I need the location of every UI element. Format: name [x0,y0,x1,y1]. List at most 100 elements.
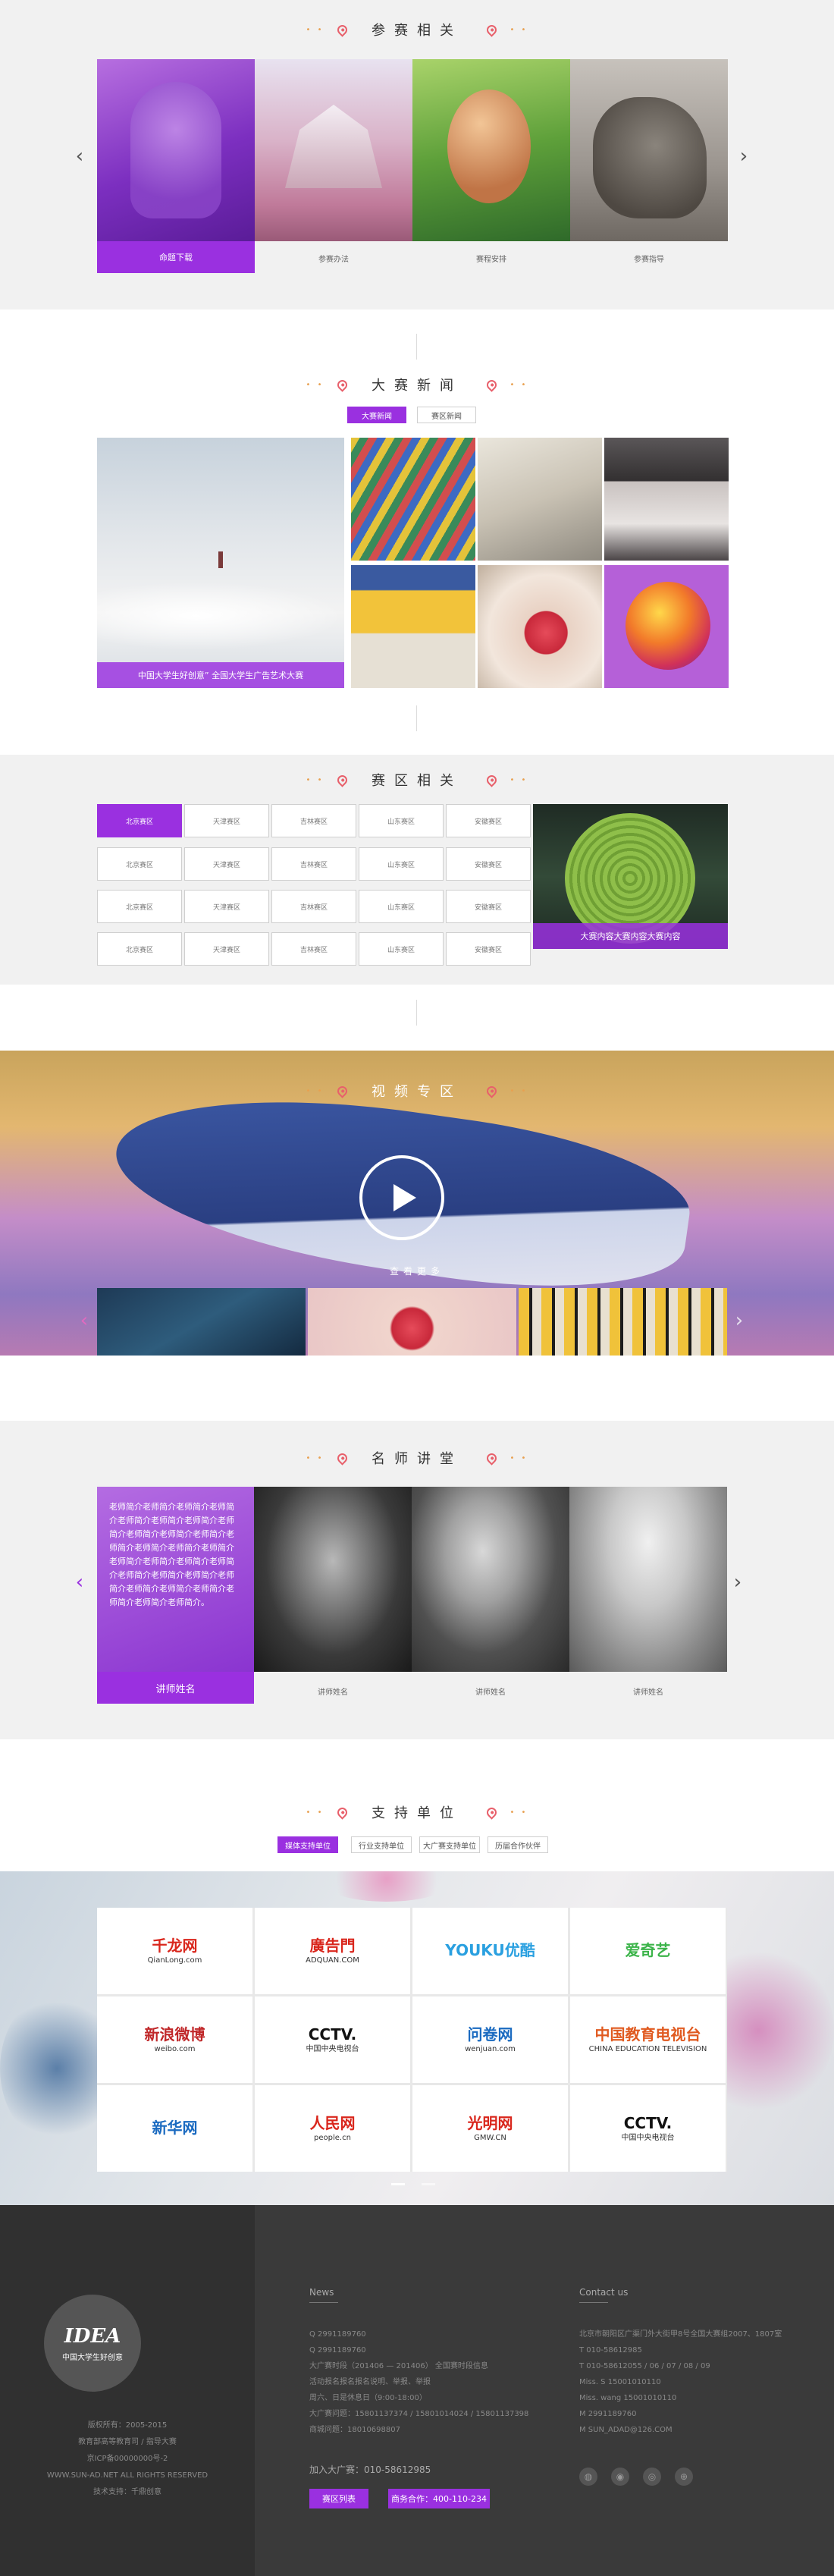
next-arrow-icon[interactable]: › [728,1571,748,1594]
logo-main: 光明网 [467,2114,513,2132]
logo-main: 新浪微博 [144,2025,205,2044]
lecturer-card-featured[interactable]: 老师简介老师简介老师简介老师简介老师简介老师简介老师简介老师简介老师简介老师简介… [97,1487,254,1704]
carousel-dot[interactable] [391,2183,405,2185]
next-arrow-icon[interactable]: › [734,145,754,168]
related-card[interactable]: 命题下载 [97,59,255,273]
news-thumb[interactable] [351,438,475,561]
division-button[interactable]: 北京赛区 [97,847,182,881]
division-button[interactable]: 山东赛区 [359,890,444,923]
cetv-logo[interactable]: 中国教育电视台 CHINA EDUCATION TELEVISION [570,1996,726,2083]
qianlong-logo[interactable]: 千龙网 QianLong.com [97,1908,252,1994]
carousel-dot[interactable] [422,2183,435,2185]
news-thumb[interactable] [478,438,602,561]
card-image [570,59,728,241]
division-list-button[interactable]: 赛区列表 [309,2489,368,2508]
related-card[interactable]: 参赛办法 [255,59,412,273]
divider-line [416,334,417,360]
division-button[interactable]: 安徽赛区 [446,932,531,966]
news-thumb[interactable] [351,565,475,688]
footer-line: Miss. S 15001010110 [579,2378,661,2386]
peoplecn-logo[interactable]: 人民网 people.cn [255,2085,410,2172]
tab-contest-news[interactable]: 大赛新闻 [347,407,406,423]
wenjuan-logo[interactable]: 问卷网 wenjuan.com [412,1996,568,2083]
tab-industry-support[interactable]: 行业支持单位 [351,1836,412,1853]
sphere-shape [626,582,710,670]
tab-contest-support[interactable]: 大广赛支持单位 [419,1836,480,1853]
tab-media-support[interactable]: 媒体支持单位 [277,1836,338,1853]
division-button[interactable]: 天津赛区 [184,847,269,881]
card-label[interactable]: 命题下载 [97,241,255,273]
news-featured[interactable]: 中国大学生好创意” 全国大学生广告艺术大赛 [97,438,344,688]
card-image [97,59,255,241]
division-button[interactable]: 安徽赛区 [446,847,531,881]
qq-icon[interactable]: ◉ [611,2468,629,2486]
play-button[interactable] [359,1155,444,1240]
video-thumb[interactable] [97,1288,306,1356]
youku-logo[interactable]: YOUKU优酷 [412,1908,568,1994]
division-button[interactable]: 山东赛区 [359,932,444,966]
division-button[interactable]: 吉林赛区 [271,890,356,923]
news-thumb[interactable] [604,565,729,688]
footer-logo[interactable]: IDEA 中国大学生好创意 [44,2295,141,2392]
division-button[interactable]: 安徽赛区 [446,890,531,923]
logo-sub: 中国中央电视台 [621,2134,675,2142]
division-button[interactable]: 安徽赛区 [446,804,531,837]
related-card[interactable]: 赛程安排 [412,59,570,273]
division-button[interactable]: 北京赛区 [97,890,182,923]
division-button[interactable]: 天津赛区 [184,804,269,837]
lecturer-card[interactable]: 讲师姓名 [569,1487,727,1704]
view-more-link[interactable]: 查看更多 [0,1264,834,1277]
lecturer-name[interactable]: 讲师姓名 [97,1672,254,1704]
business-contact-button[interactable]: 商务合作：400-110-234 [388,2489,490,2508]
decor-dots: • • [306,1808,325,1817]
video-title-bar: • • 视频专区 • • [0,1081,834,1101]
lecturer-card[interactable]: 讲师姓名 [412,1487,569,1704]
division-button[interactable]: 吉林赛区 [271,932,356,966]
footer-line: Q 2991189760 [309,2330,366,2339]
related-card[interactable]: 参赛指导 [570,59,728,273]
share-icon[interactable]: ⊕ [675,2468,693,2486]
video-thumb[interactable] [519,1288,727,1356]
cctv-logo[interactable]: CCTV. 中国中央电视台 [570,2085,726,2172]
footer-line: 大广赛时段（201406 — 201406） 全国赛时段信息 [309,2362,488,2370]
video-thumb[interactable] [308,1288,516,1356]
news-thumb[interactable] [604,438,729,561]
decor-dots: • • [306,380,325,389]
weibo-logo[interactable]: 新浪微博 weibo.com [97,1996,252,2083]
wechat-icon[interactable]: ◍ [579,2468,597,2486]
division-button[interactable]: 北京赛区 [97,804,182,837]
logo-text: CCTV. 中国中央电视台 [622,2115,675,2142]
division-button[interactable]: 山东赛区 [359,804,444,837]
division-button[interactable]: 天津赛区 [184,932,269,966]
logo-main: YOUKU优酷 [445,1940,535,1959]
news-thumb[interactable] [478,565,602,688]
tab-past-partners[interactable]: 历届合作伙伴 [488,1836,548,1853]
sculpture-shape [130,82,221,218]
news-featured-caption: 中国大学生好创意” 全国大学生广告艺术大赛 [97,662,344,688]
logo-text: 问卷网 wenjuan.com [465,2026,516,2053]
footer-line: T 010-58612985 [579,2346,642,2355]
iqiyi-logo[interactable]: 爱奇艺 [570,1908,726,1994]
xinhua-logo[interactable]: 新华网 [97,2085,252,2172]
logo-text: 廣告門 ADQUAN.COM [306,1937,359,1965]
decor-dots: • • [509,1086,528,1095]
footer-line: 大广赛问题：15801137374 / 15801014024 / 158011… [309,2410,529,2418]
division-feature[interactable]: 大赛内容大赛内容大赛内容 [533,804,728,949]
mw-logo[interactable]: 光明网 GMW.CN [412,2085,568,2172]
prev-arrow-icon[interactable]: ‹ [74,1309,94,1332]
footer-contact-title: Contact us [579,2287,629,2298]
cctv-logo[interactable]: CCTV. 中国中央电视台 [255,1996,410,2083]
section-title: 大赛新闻 [372,378,462,394]
weibo-icon[interactable]: ◎ [643,2468,661,2486]
lecturer-card[interactable]: 讲师姓名 [254,1487,412,1704]
prev-arrow-icon[interactable]: ‹ [70,1571,89,1594]
division-button[interactable]: 吉林赛区 [271,847,356,881]
next-arrow-icon[interactable]: › [729,1309,749,1332]
adquan-logo[interactable]: 廣告門 ADQUAN.COM [255,1908,410,1994]
tab-division-news[interactable]: 赛区新闻 [417,407,476,423]
division-button[interactable]: 天津赛区 [184,890,269,923]
division-button[interactable]: 山东赛区 [359,847,444,881]
prev-arrow-icon[interactable]: ‹ [70,145,89,168]
division-button[interactable]: 北京赛区 [97,932,182,966]
division-button[interactable]: 吉林赛区 [271,804,356,837]
